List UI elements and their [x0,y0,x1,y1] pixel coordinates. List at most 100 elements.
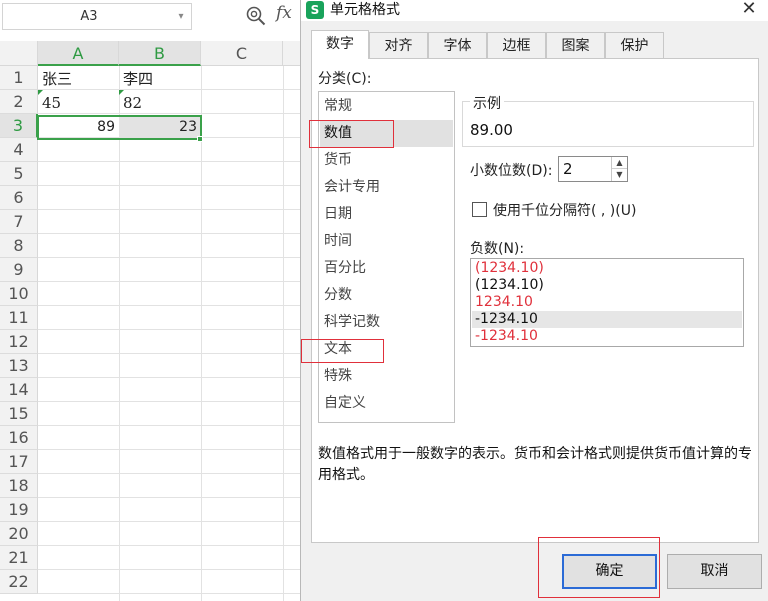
grid-line [38,353,300,354]
decimal-places-value[interactable]: 2 [563,157,573,181]
column-header-b[interactable]: B [119,41,201,66]
row-header-11[interactable]: 11 [0,306,38,330]
category-label: 分类(C): [318,71,372,87]
row-header-20[interactable]: 20 [0,522,38,546]
row-header-6[interactable]: 6 [0,186,38,210]
category-item[interactable]: 常规 [320,93,453,120]
row-header-5[interactable]: 5 [0,162,38,186]
function-icon[interactable]: fx [276,3,292,23]
spin-up-icon[interactable]: ▲ [612,157,627,169]
grid-line [38,305,300,306]
column-header-a[interactable]: A [38,41,119,66]
negative-format-item[interactable]: -1234.10 [472,311,742,328]
tab-number[interactable]: 数字 [311,30,369,59]
close-icon[interactable]: ✕ [737,0,761,20]
grid-line [38,209,300,210]
grid-line [38,449,300,450]
negative-format-item[interactable]: -1234.10 [472,328,742,345]
name-box[interactable]: A3 ▾ [2,3,192,30]
select-all-corner[interactable] [0,41,38,66]
zoom-icon[interactable] [245,5,267,27]
row-header-19[interactable]: 19 [0,498,38,522]
decimal-places-label: 小数位数(D): [470,163,553,179]
cancel-button[interactable]: 取消 [667,554,762,589]
cell-b1[interactable]: 李四 [119,67,201,90]
spreadsheet: A3 ▾ fx A B C 1 2 3 4 5 6 7 8 9 10 11 12 13 14 15 16 17 1… [0,0,300,601]
row-header-9[interactable]: 9 [0,258,38,282]
grid-line [38,545,300,546]
thousands-separator-label[interactable]: 使用千位分隔符( , )(U) [493,200,636,220]
row-header-8[interactable]: 8 [0,234,38,258]
grid-line [38,377,300,378]
dialog-titlebar[interactable]: S 单元格格式 ✕ [301,0,768,21]
row-header-4[interactable]: 4 [0,138,38,162]
row-header-1[interactable]: 1 [0,66,38,90]
category-item[interactable]: 分数 [320,282,453,309]
grid-line [38,113,300,114]
row-header-17[interactable]: 17 [0,450,38,474]
category-item[interactable]: 时间 [320,228,453,255]
decimal-places-stepper[interactable]: 2 ▲ ▼ [558,156,628,182]
sample-value: 89.00 [470,121,513,139]
category-item[interactable]: 自定义 [320,390,453,417]
grid-line [38,473,300,474]
category-item[interactable]: 货币 [320,147,453,174]
row-header-13[interactable]: 13 [0,354,38,378]
grid-line [38,569,300,570]
negative-numbers-list[interactable]: (1234.10) (1234.10) 1234.10 -1234.10 -1234.1… [470,258,744,347]
row-header-7[interactable]: 7 [0,210,38,234]
category-item[interactable]: 会计专用 [320,174,453,201]
category-item[interactable]: 日期 [320,201,453,228]
category-item[interactable]: 百分比 [320,255,453,282]
tab-protection[interactable]: 保护 [605,32,664,58]
category-item[interactable]: 科学记数 [320,309,453,336]
grid-line [38,89,300,90]
negative-format-item[interactable]: (1234.10) [472,277,742,294]
negative-format-item[interactable]: (1234.10) [472,260,742,277]
row-header-18[interactable]: 18 [0,474,38,498]
grid-line [38,233,300,234]
number-as-text-marker [38,90,43,95]
number-as-text-marker [119,90,124,95]
sample-label: 示例 [470,93,504,113]
grid-line [38,257,300,258]
format-description: 数值格式用于一般数字的表示。货币和会计格式则提供货币值计算的专用格式。 [318,446,752,483]
row-header-21[interactable]: 21 [0,546,38,570]
thousands-separator-checkbox[interactable] [472,202,487,217]
selection-border [37,115,202,140]
fill-handle[interactable] [197,136,203,142]
negative-numbers-label: 负数(N): [470,241,525,257]
row-header-22[interactable]: 22 [0,570,38,594]
highlight-text-category [301,339,384,363]
negative-format-item[interactable]: 1234.10 [472,294,742,311]
spin-down-icon[interactable]: ▼ [612,169,627,181]
tab-border[interactable]: 边框 [487,32,546,58]
row-header-15[interactable]: 15 [0,402,38,426]
grid-line [38,329,300,330]
row-header-12[interactable]: 12 [0,330,38,354]
spin-control: ▲ ▼ [611,157,627,181]
cell-b2[interactable]: 82 [119,91,201,114]
column-header-c[interactable]: C [201,41,283,66]
dialog-title: 单元格格式 [330,2,400,18]
grid-line [38,497,300,498]
format-cells-dialog: S 单元格格式 ✕ 数字 对齐 字体 边框 图案 保护 分类(C): 常规 数值货… [300,0,768,601]
row-header-10[interactable]: 10 [0,282,38,306]
grid-line [38,593,300,594]
name-box-value: A3 [80,9,98,24]
wps-app-icon: S [306,1,324,19]
chevron-down-icon[interactable]: ▾ [174,4,188,29]
row-header-2[interactable]: 2 [0,90,38,114]
row-header-16[interactable]: 16 [0,426,38,450]
column-header-d[interactable] [283,41,300,66]
row-header-14[interactable]: 14 [0,378,38,402]
category-item[interactable]: 特殊 [320,363,453,390]
tab-alignment[interactable]: 对齐 [369,32,428,58]
grid-line [38,185,300,186]
cell-a2[interactable]: 45 [38,91,119,114]
cell-a1[interactable]: 张三 [38,67,119,90]
row-header-3[interactable]: 3 [0,114,38,138]
ok-button[interactable]: 确定 [562,554,657,589]
tab-font[interactable]: 字体 [428,32,487,58]
tab-pattern[interactable]: 图案 [546,32,605,58]
